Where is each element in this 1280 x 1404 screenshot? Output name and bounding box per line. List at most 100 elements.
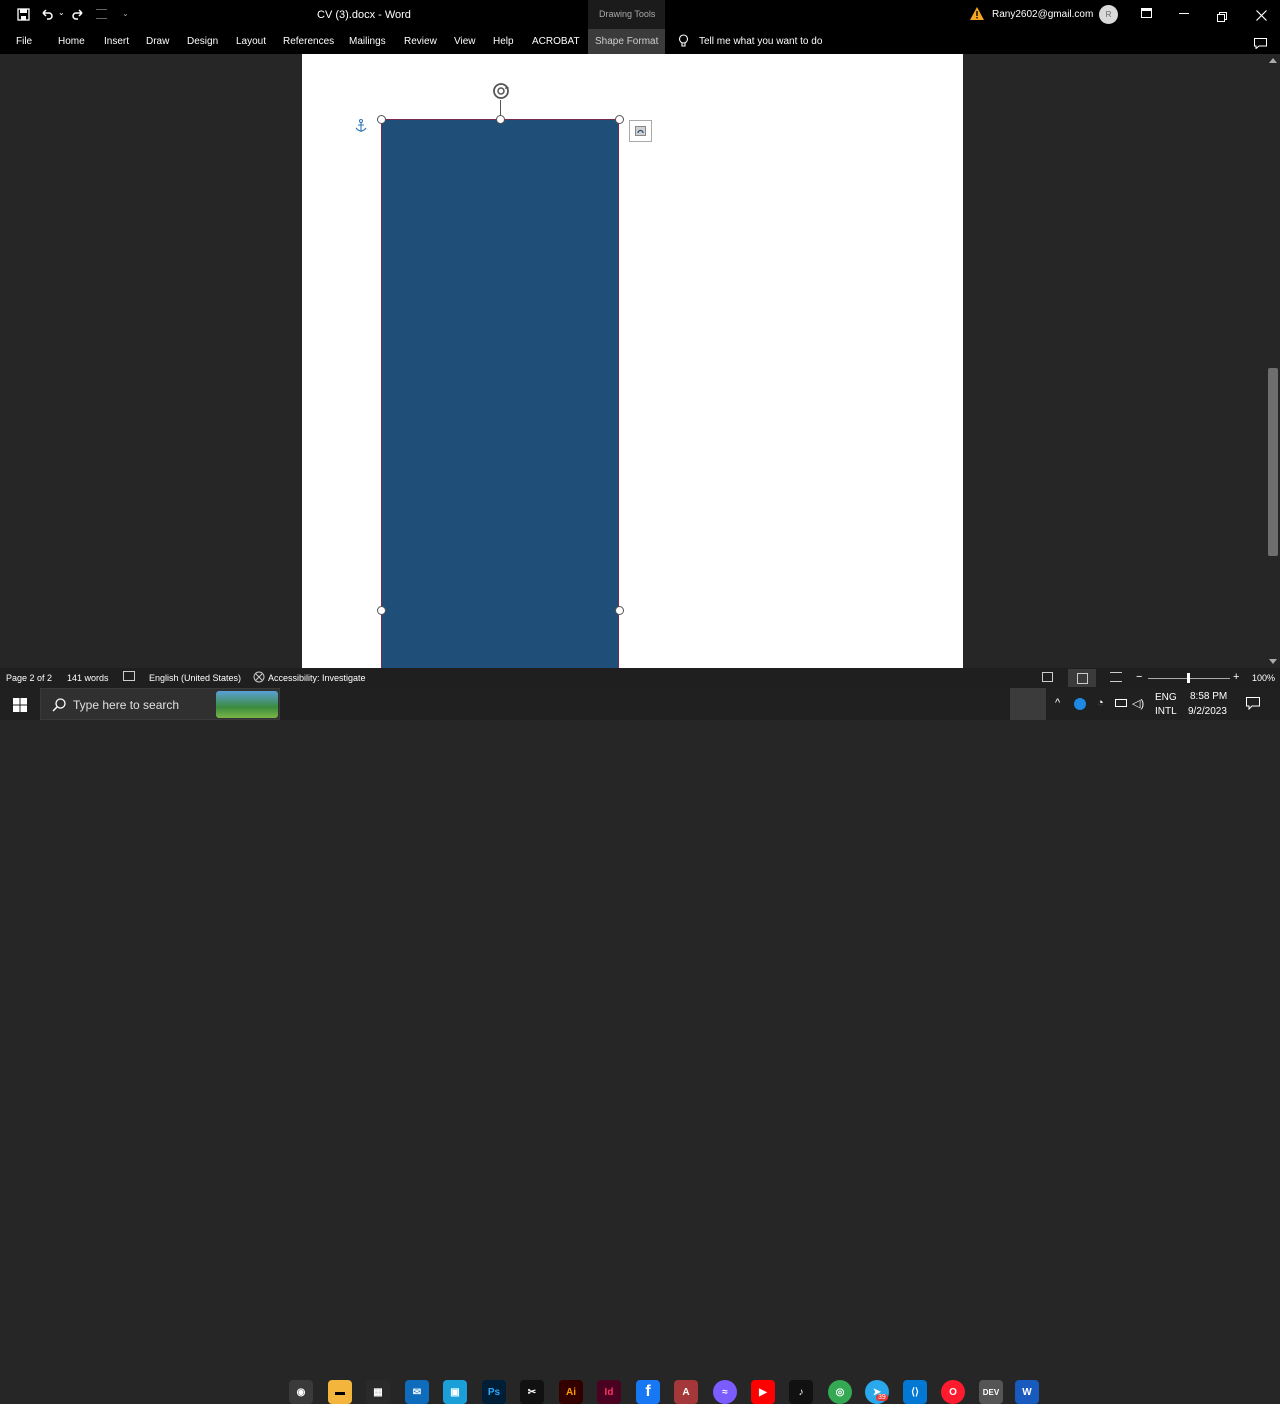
resize-handle-bottom-right[interactable] [615, 606, 624, 615]
redo-icon[interactable] [71, 7, 85, 21]
taskbar-search-box[interactable]: Type here to search [40, 688, 280, 720]
youtube-icon[interactable]: ▶ [751, 1380, 775, 1404]
close-icon[interactable] [1256, 8, 1267, 26]
search-icon [52, 698, 66, 717]
focus-mode-icon[interactable] [1042, 672, 1053, 682]
word-active-indicator [1010, 688, 1046, 720]
ribbon-tabs: File Home Insert Draw Design Layout Refe… [0, 29, 1280, 54]
print-layout-glyph [1076, 672, 1088, 684]
battery-icon[interactable] [1115, 699, 1127, 707]
anchor-icon[interactable] [355, 119, 367, 138]
tab-draw[interactable]: Draw [146, 36, 169, 47]
vertical-scrollbar[interactable] [1266, 54, 1280, 668]
clock-date[interactable]: 9/2/2023 [1188, 706, 1227, 717]
customize-qat-icon[interactable]: ⌄ [122, 9, 129, 18]
resize-handle-top-left[interactable] [377, 115, 386, 124]
word-icon[interactable]: W [1015, 1380, 1039, 1404]
taskbar: Type here to search ◉ ▬ ▦ ✉ ▣ Ps ✂ Ai Id… [0, 688, 1280, 1404]
word-count[interactable]: 141 words [67, 673, 109, 683]
tab-mailings[interactable]: Mailings [349, 36, 386, 47]
layout-options-icon[interactable] [629, 120, 652, 142]
photoshop-icon[interactable]: Ps [482, 1380, 506, 1404]
dev-icon[interactable]: DEV [979, 1380, 1003, 1404]
tab-acrobat[interactable]: ACROBAT [532, 36, 580, 47]
scroll-up-icon[interactable] [1269, 58, 1277, 63]
language-indicator-top[interactable]: ENG [1155, 692, 1177, 703]
language-indicator-bottom[interactable]: INTL [1155, 706, 1177, 717]
capcut-icon[interactable]: ✂ [520, 1380, 544, 1404]
wifi-icon[interactable]: ◔ [1097, 697, 1104, 709]
scrollbar-thumb[interactable] [1268, 368, 1278, 556]
accessibility-icon[interactable] [253, 671, 265, 685]
vscode-icon[interactable]: ⟨⟩ [903, 1380, 927, 1404]
store-icon[interactable]: ▦ [366, 1380, 390, 1404]
snagit-icon[interactable]: ▣ [443, 1380, 467, 1404]
volume-icon[interactable]: ◁) [1132, 697, 1144, 710]
ribbon-display-options-icon[interactable] [1141, 8, 1152, 18]
undo-dropdown-icon[interactable]: ⌄ [58, 8, 65, 17]
messenger-icon[interactable]: ≈ [713, 1380, 737, 1404]
tab-insert[interactable]: Insert [104, 36, 129, 47]
illustrator-icon[interactable]: Ai [559, 1380, 583, 1404]
title-bar: ⌄ ⌄ CV (3).docx - Word Drawing Tools Ran… [0, 0, 1280, 29]
lightbulb-icon [678, 34, 689, 53]
access-icon[interactable]: A [674, 1380, 698, 1404]
tab-home[interactable]: Home [58, 36, 85, 47]
tab-review[interactable]: Review [404, 36, 437, 47]
search-placeholder: Type here to search [73, 698, 180, 712]
tab-help[interactable]: Help [493, 36, 514, 47]
camera-icon[interactable]: ◉ [289, 1380, 313, 1404]
clock-time[interactable]: 8:58 PM [1190, 691, 1227, 702]
tab-layout[interactable]: Layout [236, 36, 266, 47]
comments-icon[interactable] [1254, 36, 1267, 54]
warning-icon[interactable] [970, 7, 984, 25]
proofing-icon[interactable] [123, 671, 135, 681]
show-hidden-icons[interactable]: ^ [1055, 697, 1060, 709]
resize-handle-top-right[interactable] [615, 115, 624, 124]
save-icon[interactable] [17, 8, 30, 21]
document-page[interactable] [302, 54, 963, 668]
blue-rectangle-shape[interactable] [381, 119, 619, 668]
scroll-down-icon[interactable] [1269, 659, 1277, 664]
tab-design[interactable]: Design [187, 36, 218, 47]
tab-references[interactable]: References [283, 36, 334, 47]
minimize-icon[interactable] [1179, 13, 1189, 14]
language-status[interactable]: English (United States) [149, 673, 241, 683]
windows-start-icon[interactable] [13, 698, 27, 717]
mail-icon[interactable]: ✉ [405, 1380, 429, 1404]
search-highlight-image [216, 691, 278, 718]
rotate-handle-icon[interactable] [491, 81, 511, 106]
page-count[interactable]: Page 2 of 2 [6, 673, 52, 683]
account-email[interactable]: Rany2602@gmail.com [992, 9, 1093, 20]
zoom-slider-thumb[interactable] [1187, 673, 1190, 683]
indesign-icon[interactable]: Id [597, 1380, 621, 1404]
facebook-icon[interactable]: f [636, 1380, 660, 1404]
tell-me-search[interactable]: Tell me what you want to do [699, 36, 822, 47]
print-layout-icon[interactable] [1068, 669, 1096, 687]
chrome-icon[interactable]: ◎ [828, 1380, 852, 1404]
telegram-badge: 39 [876, 1394, 888, 1401]
tab-view[interactable]: View [454, 36, 476, 47]
format-painter-icon[interactable] [96, 9, 107, 19]
avatar[interactable]: R [1099, 5, 1118, 24]
notifications-icon[interactable] [1246, 697, 1260, 715]
zoom-out-button[interactable]: − [1136, 671, 1142, 683]
accessibility-status[interactable]: Accessibility: Investigate [268, 673, 366, 683]
web-layout-icon[interactable] [1110, 672, 1122, 682]
opera-icon[interactable]: O [941, 1380, 965, 1404]
tiktok-icon[interactable]: ♪ [789, 1380, 813, 1404]
restore-icon[interactable] [1217, 9, 1227, 22]
tab-file[interactable]: File [16, 36, 32, 47]
document-title: CV (3).docx - Word [317, 9, 411, 21]
avatar-initial: R [1105, 10, 1112, 19]
file-explorer-icon[interactable]: ▬ [328, 1380, 352, 1404]
drawing-tools-label: Drawing Tools [599, 9, 656, 19]
resize-handle-bottom-left[interactable] [377, 606, 386, 615]
resize-handle-top-middle[interactable] [496, 115, 505, 124]
sync-icon[interactable] [1074, 698, 1086, 710]
undo-icon[interactable] [40, 7, 54, 21]
document-canvas [0, 54, 1266, 668]
zoom-level[interactable]: 100% [1252, 673, 1275, 683]
zoom-in-button[interactable]: + [1233, 671, 1239, 683]
tab-shape-format[interactable]: Shape Format [588, 29, 665, 54]
